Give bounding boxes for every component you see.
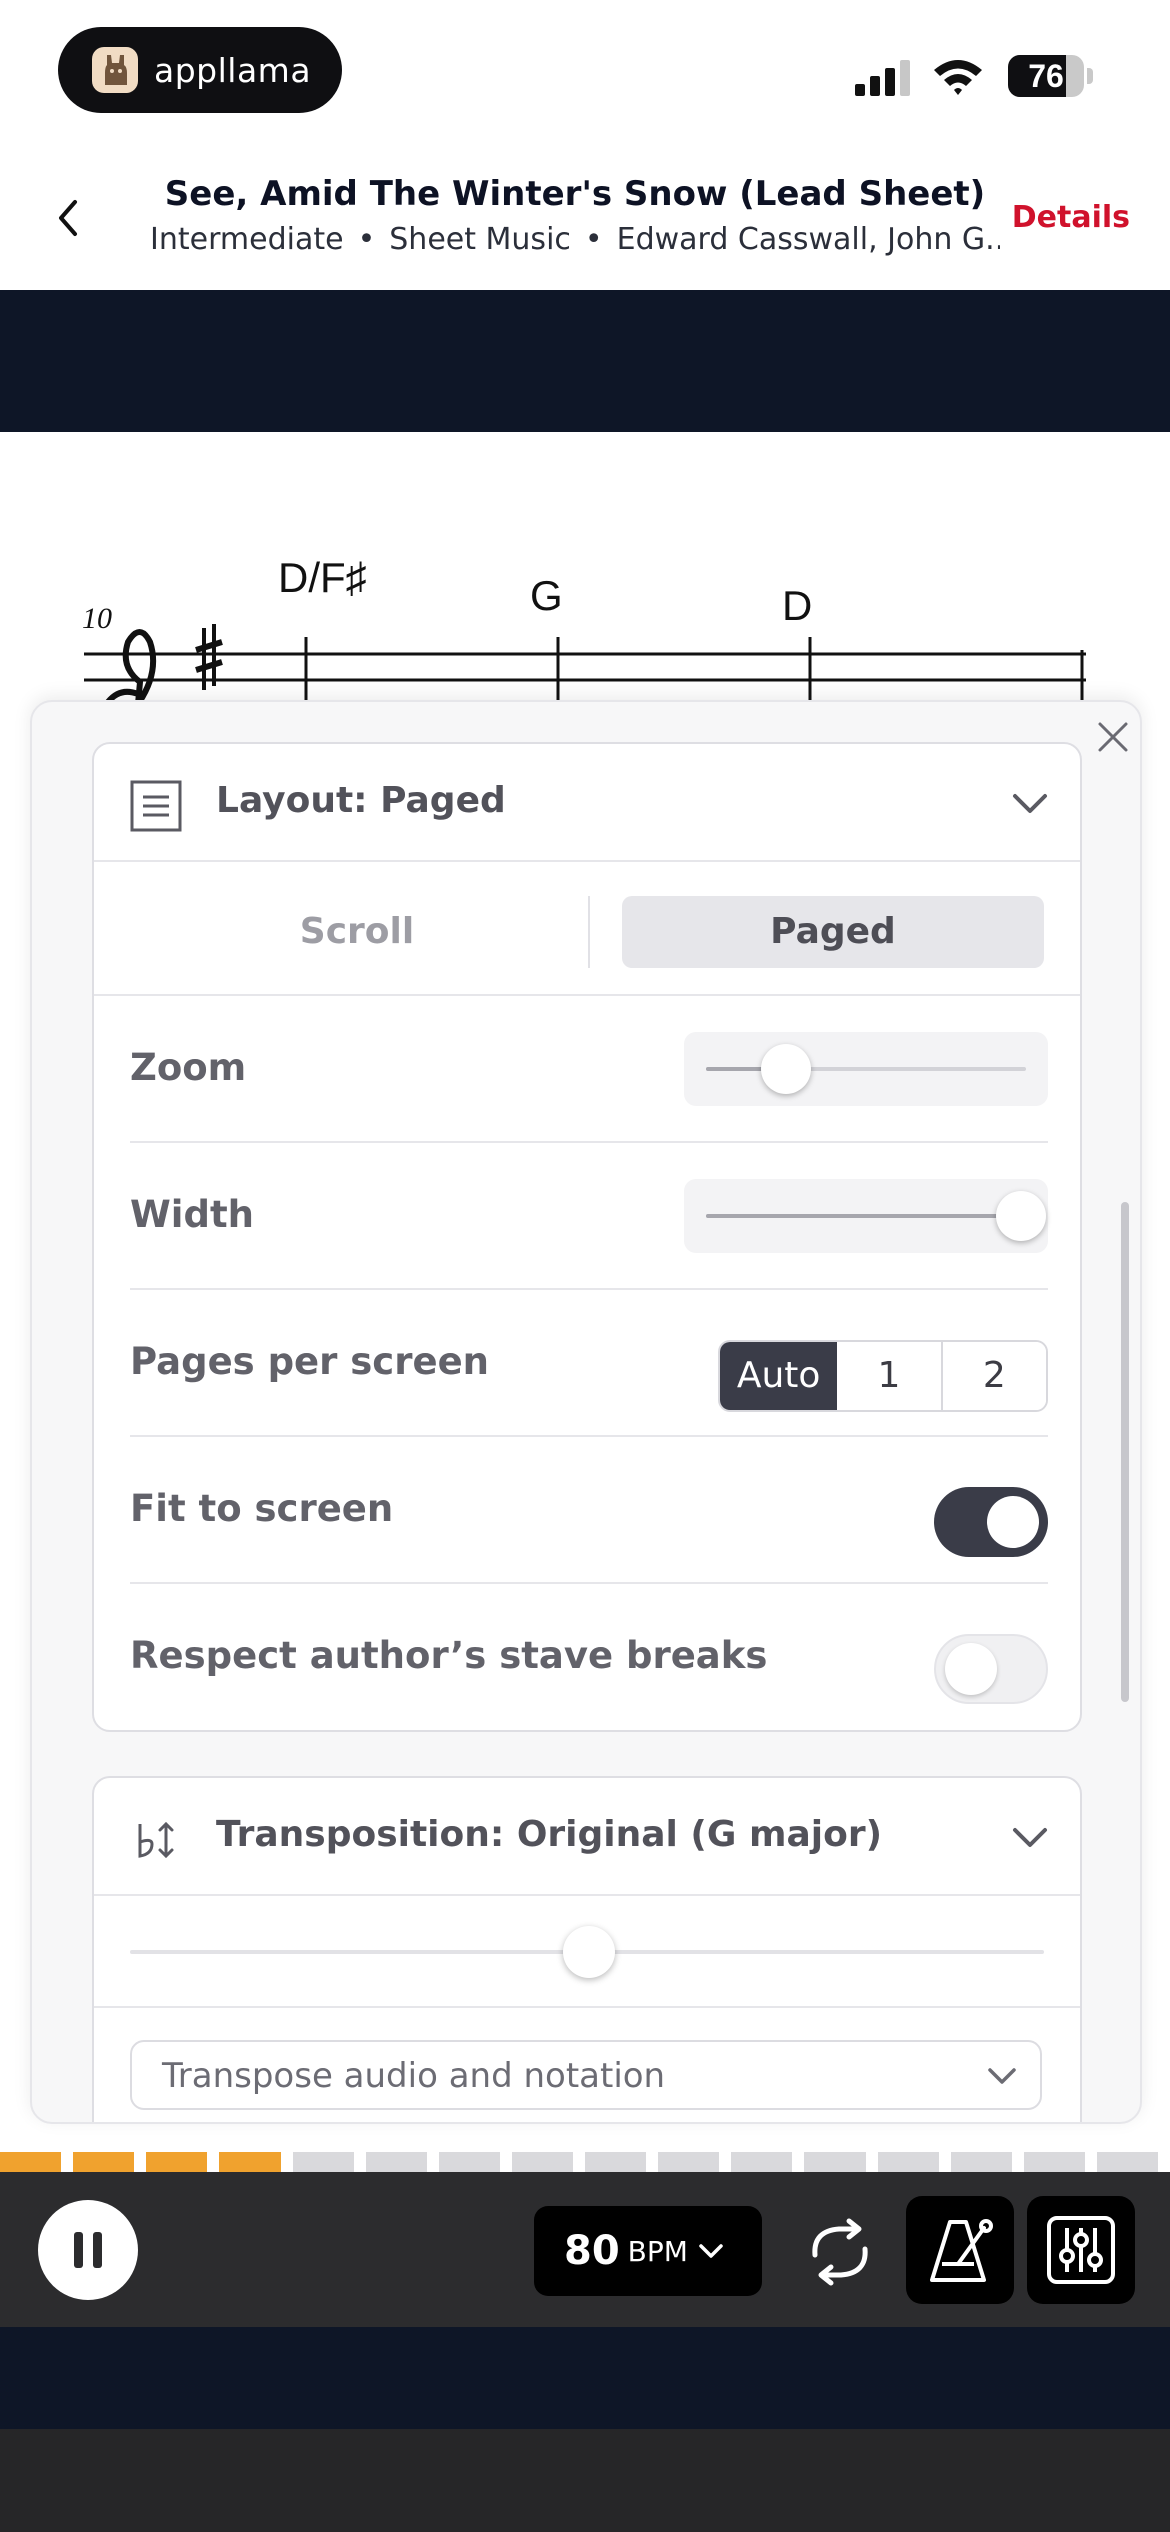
width-label: Width <box>130 1193 255 1236</box>
app-logo-icon <box>92 47 138 93</box>
stave-breaks-row: Respect author’s stave breaks <box>130 1584 1048 1730</box>
progress-segment <box>0 2152 62 2172</box>
progress-segment <box>292 2152 354 2172</box>
bpm-value: 80 <box>564 2228 620 2274</box>
progress-segment <box>73 2152 135 2172</box>
pause-icon <box>74 2232 102 2268</box>
fit-to-screen-label: Fit to screen <box>130 1487 394 1530</box>
progress-segment <box>438 2152 500 2172</box>
zoom-row: Zoom <box>130 996 1048 1143</box>
mixer-button[interactable] <box>1027 2196 1135 2304</box>
status-bar: appllama 76 <box>0 0 1170 150</box>
layout-icon <box>130 780 182 832</box>
panel-scrollbar[interactable] <box>1121 1202 1129 1702</box>
app-name: appllama <box>154 50 312 90</box>
tempo-button[interactable]: 80 BPM <box>534 2206 762 2296</box>
sheet-music-view[interactable]: D/F♯ G D 10 <box>0 432 1170 704</box>
composers-text: Edward Casswall, John G... <box>616 222 1000 257</box>
progress-segment <box>219 2152 281 2172</box>
progress-segment <box>1023 2152 1085 2172</box>
progress-segment <box>511 2152 573 2172</box>
pages-per-screen-segmented: Auto 1 2 <box>718 1340 1048 1412</box>
progress-segment <box>658 2152 720 2172</box>
progress-segment <box>1096 2152 1158 2172</box>
separator-dot: • <box>584 222 603 257</box>
chevron-left-icon <box>59 200 77 236</box>
chevron-down-icon <box>984 2058 1020 2094</box>
header: See, Amid The Winter's Snow (Lead Sheet)… <box>0 150 1170 290</box>
metronome-button[interactable] <box>906 2196 1014 2304</box>
transposition-card-header[interactable]: Transposition: Original (G major) <box>94 1778 1080 1896</box>
zoom-label: Zoom <box>130 1046 247 1089</box>
layout-mode-segmented: Scroll Paged <box>94 862 1080 996</box>
width-slider-handle[interactable] <box>996 1191 1046 1241</box>
layout-card-header[interactable]: Layout: Paged <box>94 744 1080 862</box>
pages-per-screen-row: Pages per screen Auto 1 2 <box>130 1290 1048 1437</box>
chevron-down-icon <box>1010 784 1050 824</box>
layout-card-title: Layout: Paged <box>216 780 506 821</box>
chevron-down-icon <box>1010 1818 1050 1858</box>
stave-breaks-toggle[interactable] <box>934 1634 1048 1704</box>
transposition-card-title: Transposition: Original (G major) <box>216 1814 883 1855</box>
wifi-icon <box>934 60 982 95</box>
progress-segment <box>585 2152 647 2172</box>
details-link[interactable]: Details <box>1012 200 1130 235</box>
close-button[interactable] <box>1088 712 1138 762</box>
progress-segment <box>146 2152 208 2172</box>
pause-button[interactable] <box>38 2200 138 2300</box>
battery-icon: 76 <box>1008 55 1093 97</box>
transposition-slider[interactable] <box>94 1896 1080 2008</box>
pages-per-screen-label: Pages per screen <box>130 1340 490 1383</box>
bpm-unit: BPM <box>627 2234 688 2268</box>
mixer-icon <box>1047 2216 1115 2284</box>
zoom-slider-handle[interactable] <box>761 1044 811 1094</box>
pages-option-2[interactable]: 2 <box>942 1342 1046 1410</box>
progress-segment <box>950 2152 1012 2172</box>
zoom-slider[interactable] <box>684 1032 1048 1106</box>
display-settings-panel: Layout: Paged Scroll Paged Zoom Width Pa… <box>30 700 1142 2124</box>
loop-button[interactable] <box>800 2212 880 2292</box>
layout-card: Layout: Paged Scroll Paged Zoom Width Pa… <box>92 742 1082 1732</box>
page-subtitle: Intermediate • Sheet Music • Edward Casswall… <box>150 222 1000 257</box>
transpose-mode-select[interactable]: Transpose audio and notation <box>130 2040 1042 2110</box>
fit-to-screen-row: Fit to screen <box>130 1437 1048 1584</box>
stave-breaks-label: Respect author’s stave breaks <box>130 1634 768 1677</box>
transposition-slider-handle[interactable] <box>563 1926 615 1978</box>
pages-option-1[interactable]: 1 <box>837 1342 941 1410</box>
layout-mode-scroll[interactable]: Scroll <box>132 896 582 968</box>
loop-icon <box>812 2218 868 2286</box>
back-button[interactable] <box>40 190 96 246</box>
progress-segment <box>365 2152 427 2172</box>
fit-to-screen-toggle[interactable] <box>934 1487 1048 1557</box>
separator-dot: • <box>357 222 376 257</box>
battery-level: 76 <box>1028 58 1064 94</box>
staff-lines <box>84 624 1086 704</box>
home-indicator-area <box>0 2429 1170 2532</box>
progress-segment <box>877 2152 939 2172</box>
chevron-down-icon <box>698 2236 728 2266</box>
width-slider[interactable] <box>684 1179 1048 1253</box>
app-return-pill[interactable]: appllama <box>58 27 342 113</box>
layout-mode-paged[interactable]: Paged <box>622 896 1044 968</box>
width-row: Width <box>130 1143 1048 1290</box>
close-icon <box>1098 722 1128 752</box>
bottom-dark-band <box>0 2327 1170 2429</box>
metronome-icon <box>930 2219 993 2282</box>
progress-segment <box>731 2152 793 2172</box>
signal-icon <box>855 60 910 96</box>
level-text: Intermediate <box>150 222 344 257</box>
page-title: See, Amid The Winter's Snow (Lead Sheet) <box>164 174 986 214</box>
pages-option-auto[interactable]: Auto <box>720 1342 838 1410</box>
transpose-mode-value: Transpose audio and notation <box>162 2056 666 2096</box>
player-bar: 80 BPM <box>0 2172 1170 2327</box>
type-text: Sheet Music <box>389 222 571 257</box>
transpose-icon <box>130 1814 182 1866</box>
progress-segment <box>804 2152 866 2172</box>
transposition-card: Transposition: Original (G major) Transp… <box>92 1776 1082 2122</box>
playback-progress-bar[interactable] <box>0 2152 1170 2172</box>
toolbar-band <box>0 290 1170 432</box>
